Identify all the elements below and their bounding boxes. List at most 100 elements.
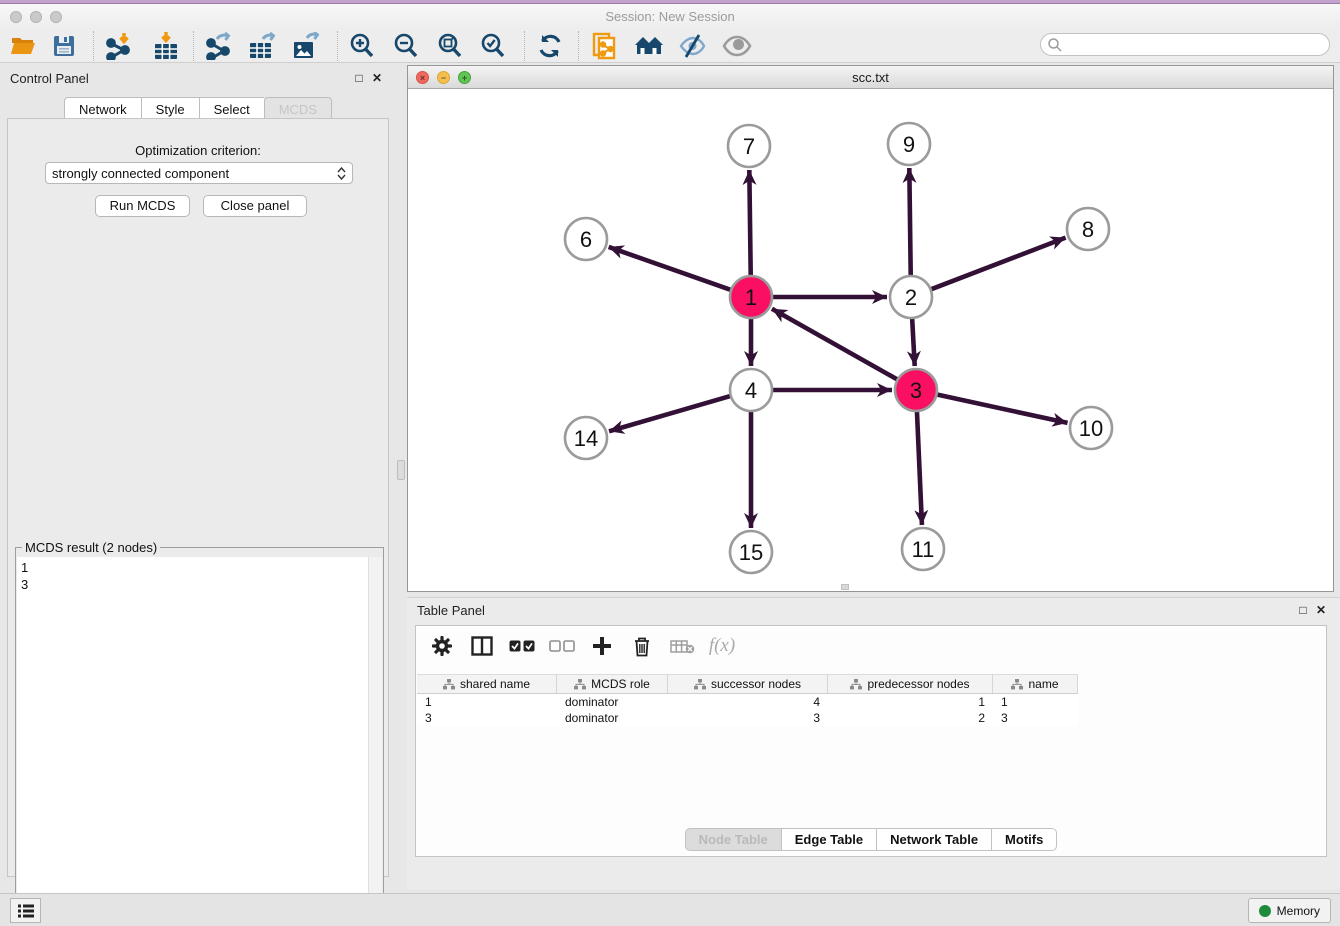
- horizontal-splitter-handle[interactable]: [841, 584, 849, 590]
- import-table-icon[interactable]: [149, 32, 183, 60]
- function-builder-icon[interactable]: f(x): [706, 631, 738, 661]
- status-bar: Memory: [0, 893, 1340, 926]
- vertical-splitter-handle[interactable]: [397, 460, 405, 480]
- optimization-criterion-label: Optimization criterion:: [8, 143, 388, 158]
- cell[interactable]: 2: [828, 710, 993, 726]
- mcds-result-textarea[interactable]: 1 3: [17, 557, 369, 924]
- edge-3-11[interactable]: [917, 409, 922, 525]
- minimize-window-button[interactable]: [30, 11, 42, 23]
- control-panel: Control Panel □ ✕ NetworkStyleSelectMCDS…: [0, 65, 396, 893]
- network-graph: 7968124314101511: [408, 89, 1333, 591]
- network-canvas[interactable]: 7968124314101511: [408, 89, 1333, 591]
- close-panel-icon[interactable]: ✕: [368, 71, 386, 85]
- table-panel-title: Table Panel: [417, 603, 1294, 618]
- maximize-network-icon[interactable]: +: [458, 71, 471, 84]
- zoom-selected-icon[interactable]: [476, 32, 510, 60]
- node-label-1: 1: [745, 285, 757, 310]
- node-label-8: 8: [1082, 217, 1094, 242]
- deselect-all-checkbox-icon[interactable]: [546, 631, 578, 661]
- export-table-icon[interactable]: [245, 32, 279, 60]
- cell[interactable]: dominator: [557, 710, 668, 726]
- cell[interactable]: 4: [668, 694, 828, 710]
- split-view-icon[interactable]: [466, 631, 498, 661]
- clone-network-icon[interactable]: [588, 32, 622, 60]
- edge-4-14[interactable]: [609, 395, 733, 431]
- close-window-button[interactable]: [10, 11, 22, 23]
- table-tabs: Node TableEdge TableNetwork TableMotifs: [416, 828, 1326, 851]
- close-table-panel-icon[interactable]: ✕: [1312, 603, 1330, 617]
- column-header-successor-nodes[interactable]: successor nodes: [668, 675, 828, 693]
- search-input[interactable]: [1063, 36, 1329, 54]
- search-icon: [1047, 37, 1063, 53]
- close-network-icon[interactable]: ×: [416, 71, 429, 84]
- criterion-dropdown[interactable]: strongly connected component: [45, 162, 353, 184]
- edge-3-10[interactable]: [935, 394, 1068, 423]
- task-history-icon[interactable]: [10, 898, 41, 923]
- save-session-icon[interactable]: [47, 32, 81, 60]
- network-view-window: × − + scc.txt 7968124314101511: [407, 65, 1334, 592]
- network-window-titlebar[interactable]: × − + scc.txt: [408, 66, 1333, 89]
- import-network-icon[interactable]: [101, 32, 135, 60]
- table-header-row: shared nameMCDS rolesuccessor nodesprede…: [417, 674, 1078, 694]
- export-network-icon[interactable]: [201, 32, 235, 60]
- cell[interactable]: 3: [668, 710, 828, 726]
- column-header-MCDS-role[interactable]: MCDS role: [557, 675, 668, 693]
- edge-1-7[interactable]: [749, 170, 750, 278]
- table-row[interactable]: 1dominator411: [417, 694, 1078, 710]
- zoom-fit-icon[interactable]: [433, 32, 467, 60]
- toolbar-separator: [578, 31, 579, 61]
- close-panel-button[interactable]: Close panel: [203, 195, 307, 217]
- node-label-7: 7: [743, 134, 755, 159]
- node-label-14: 14: [574, 426, 598, 451]
- toolbar-separator: [93, 31, 94, 61]
- column-header-name[interactable]: name: [993, 675, 1078, 693]
- cell[interactable]: dominator: [557, 694, 668, 710]
- memory-button[interactable]: Memory: [1248, 898, 1331, 923]
- memory-label: Memory: [1277, 904, 1320, 918]
- tab-node-table[interactable]: Node Table: [685, 828, 781, 851]
- zoom-out-icon[interactable]: [389, 32, 423, 60]
- table-panel: Table Panel □ ✕: [407, 597, 1340, 889]
- run-mcds-button[interactable]: Run MCDS: [95, 195, 190, 217]
- cell[interactable]: 3: [993, 710, 1078, 726]
- cell[interactable]: 1: [828, 694, 993, 710]
- open-session-icon[interactable]: [6, 32, 40, 60]
- main-toolbar: [0, 29, 1340, 63]
- cell[interactable]: 1: [417, 694, 557, 710]
- apply-layout-icon[interactable]: [533, 32, 567, 60]
- table-body: 1dominator4113dominator323: [417, 694, 1078, 726]
- table-row[interactable]: 3dominator323: [417, 710, 1078, 726]
- float-table-panel-icon[interactable]: □: [1294, 603, 1312, 617]
- tab-edge-table[interactable]: Edge Table: [781, 828, 876, 851]
- result-scrollbar[interactable]: [368, 557, 382, 924]
- show-all-icon[interactable]: [720, 32, 754, 60]
- edge-3-1[interactable]: [772, 309, 900, 381]
- add-row-icon[interactable]: [586, 631, 618, 661]
- maximize-window-button[interactable]: [50, 11, 62, 23]
- minimize-network-icon[interactable]: −: [437, 71, 450, 84]
- clear-table-icon[interactable]: [666, 631, 698, 661]
- tab-motifs[interactable]: Motifs: [991, 828, 1057, 851]
- hide-selected-icon[interactable]: [675, 32, 709, 60]
- home-view-icon[interactable]: [632, 32, 666, 60]
- column-header-predecessor-nodes[interactable]: predecessor nodes: [828, 675, 993, 693]
- column-header-shared-name[interactable]: shared name: [417, 675, 557, 693]
- window-title: Session: New Session: [605, 9, 734, 24]
- edge-2-3[interactable]: [912, 316, 915, 366]
- zoom-in-icon[interactable]: [345, 32, 379, 60]
- edge-2-9[interactable]: [909, 168, 910, 278]
- table-settings-icon[interactable]: [426, 631, 458, 661]
- delete-row-icon[interactable]: [626, 631, 658, 661]
- cell[interactable]: 1: [993, 694, 1078, 710]
- edge-1-6[interactable]: [609, 247, 733, 291]
- tab-network-table[interactable]: Network Table: [876, 828, 991, 851]
- edge-2-8[interactable]: [929, 238, 1066, 291]
- mcds-result-group: MCDS result (2 nodes) 1 3: [15, 547, 384, 925]
- mcds-result-title: MCDS result (2 nodes): [22, 540, 160, 555]
- float-panel-icon[interactable]: □: [350, 71, 368, 85]
- select-all-checkbox-icon[interactable]: [506, 631, 538, 661]
- search-field: [1040, 33, 1330, 56]
- export-image-icon[interactable]: [289, 32, 323, 60]
- toolbar-separator: [193, 31, 194, 61]
- cell[interactable]: 3: [417, 710, 557, 726]
